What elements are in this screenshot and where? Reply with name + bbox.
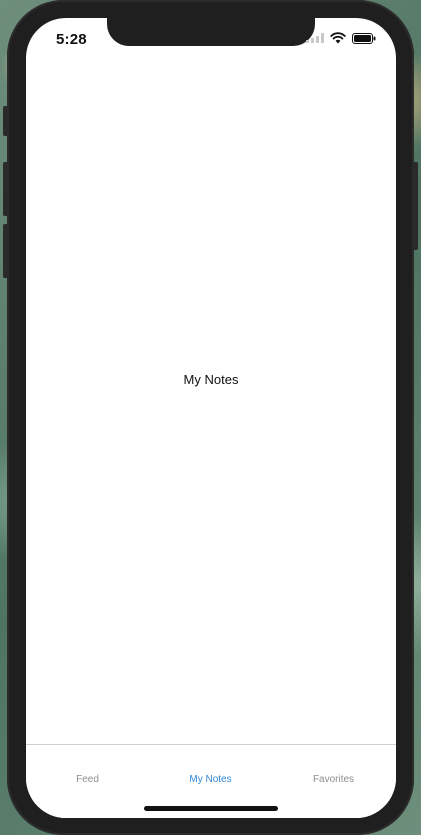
volume-down-button[interactable] (3, 224, 9, 278)
tab-favorites[interactable]: Favorites (272, 774, 395, 785)
phone-screen: 5:28 My Notes Feed My Notes Favorites (26, 18, 396, 818)
page-title: My Notes (183, 372, 239, 387)
signal-icon (306, 33, 324, 43)
status-icons (306, 32, 376, 44)
volume-up-button[interactable] (3, 162, 9, 216)
tab-feed[interactable]: Feed (26, 774, 149, 785)
wifi-icon (330, 32, 346, 44)
battery-icon (352, 32, 376, 44)
status-time: 5:28 (56, 31, 87, 48)
silent-switch (3, 106, 9, 136)
tab-my-notes[interactable]: My Notes (149, 774, 272, 785)
power-button[interactable] (412, 162, 418, 250)
home-indicator[interactable] (144, 806, 278, 811)
notch (107, 18, 315, 46)
